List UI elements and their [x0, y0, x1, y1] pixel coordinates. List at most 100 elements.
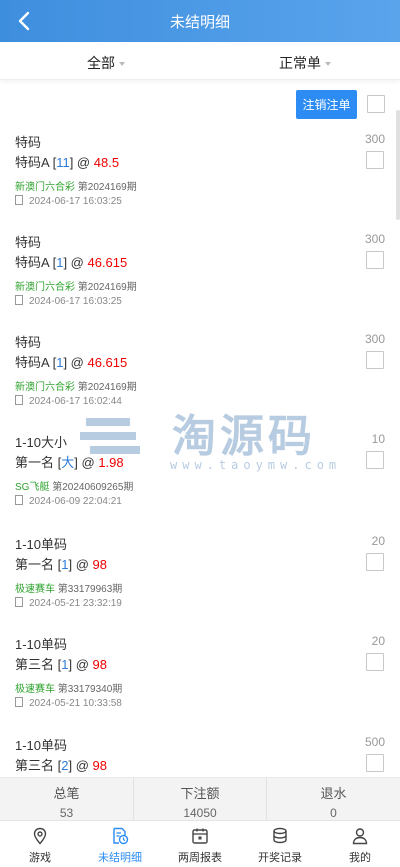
bet-amount: 300: [364, 332, 385, 346]
bet-time: 2024-05-21 23:32:19: [29, 598, 122, 609]
bet-list-item: 特码 300 特码A [1] @ 46.615 新澳门六合彩 第2024169期…: [0, 232, 400, 332]
play-type: 1-10单码: [15, 738, 68, 753]
lottery-name: 新澳门六合彩: [15, 182, 75, 193]
bet-checkbox[interactable]: [366, 653, 384, 671]
bet-number: 11: [56, 155, 70, 170]
category-dropdown[interactable]: 全部: [87, 53, 125, 73]
tab-my[interactable]: 我的: [320, 821, 400, 867]
lottery-name: 极速赛车: [15, 684, 55, 695]
bet-list-item: 1-10单码 20 第一名 [1] @ 98 极速赛车 第33179963期 2…: [0, 534, 400, 634]
location-pin-icon: [33, 827, 47, 845]
cancel-bets-button[interactable]: 注销注单: [296, 90, 357, 119]
document-icon: [15, 697, 23, 707]
tab-label: 未结明细: [98, 852, 142, 864]
calendar-icon: [192, 828, 208, 844]
bet-item: 第一名: [15, 455, 55, 470]
summary-count: 总笔 53: [0, 778, 133, 821]
bottom-tab-bar: 游戏 未结明细 两周报表 开奖记录 我的: [0, 820, 400, 867]
caret-down-icon: [325, 62, 331, 67]
bet-list-item: 1-10单码 20 第三名 [1] @ 98 极速赛车 第33179340期 2…: [0, 634, 400, 734]
bet-time-row: 2024-06-17 16:03:25: [15, 195, 122, 207]
lottery-info: 极速赛车 第33179340期: [15, 680, 122, 695]
summary-label: 总笔: [53, 786, 80, 801]
bet-checkbox[interactable]: [366, 451, 384, 469]
lottery-name: 极速赛车: [15, 584, 55, 595]
bet-checkbox[interactable]: [366, 754, 384, 772]
bet-checkbox[interactable]: [366, 151, 384, 169]
bet-detail: 第三名 [2] @ 98: [15, 758, 107, 773]
bet-time-row: 2024-05-21 10:33:58: [15, 697, 122, 709]
bet-amount: 10: [371, 432, 385, 446]
bet-checkbox[interactable]: [366, 553, 384, 571]
bet-number: 1: [56, 355, 64, 370]
summary-label: 退水: [320, 786, 347, 801]
document-icon: [15, 295, 23, 305]
tab-two-week-report[interactable]: 两周报表: [160, 821, 240, 867]
bet-number: 1: [56, 255, 64, 270]
header-bar: 未结明细: [0, 0, 400, 42]
tab-draw-history[interactable]: 开奖记录: [240, 821, 320, 867]
document-icon: [15, 195, 23, 205]
type-label: 正常单: [279, 55, 321, 71]
summary-bet-amount: 下注额 14050: [133, 778, 266, 821]
tab-label: 两周报表: [178, 852, 222, 864]
bet-number: 1: [61, 557, 69, 572]
user-icon: [352, 828, 368, 845]
lottery-info: SG飞艇 第20240609265期: [15, 478, 133, 493]
bet-item: 特码A: [15, 255, 49, 270]
bet-item: 特码A: [15, 155, 49, 170]
period: 第33179340期: [57, 684, 123, 695]
tab-label: 游戏: [29, 852, 51, 864]
lottery-info: 新澳门六合彩 第2024169期: [15, 378, 137, 393]
bet-item: 第一名: [15, 557, 55, 572]
play-type: 1-10大小: [15, 435, 68, 450]
play-type: 特码: [15, 235, 42, 250]
tab-label: 开奖记录: [258, 852, 302, 864]
bet-odds: 98: [92, 758, 107, 773]
filter-bar: 全部 正常单: [0, 42, 400, 80]
bet-odds: 98: [92, 557, 107, 572]
bet-time-row: 2024-05-21 23:32:19: [15, 597, 122, 609]
bet-odds: 46.615: [87, 255, 128, 270]
select-all-checkbox[interactable]: [367, 95, 385, 113]
period: 第20240609265期: [52, 482, 134, 493]
document-clock-icon: [113, 827, 129, 845]
play-type: 特码: [15, 335, 42, 350]
period: 第2024169期: [77, 282, 137, 293]
bet-odds: 98: [92, 657, 107, 672]
bet-checkbox[interactable]: [366, 251, 384, 269]
page-title: 未结明细: [169, 14, 230, 31]
watermark-text: 淘源码: [172, 411, 316, 462]
bet-number: 2: [61, 758, 69, 773]
tab-games[interactable]: 游戏: [0, 821, 80, 867]
bet-list-item: 特码 300 特码A [11] @ 48.5 新澳门六合彩 第2024169期 …: [0, 132, 400, 232]
type-dropdown[interactable]: 正常单: [279, 53, 331, 73]
document-icon: [15, 395, 23, 405]
tab-label: 我的: [349, 852, 371, 864]
category-label: 全部: [87, 55, 115, 71]
watermark: 淘源码 www.taoymw.com: [80, 400, 360, 480]
bet-detail: 特码A [1] @ 46.615: [15, 255, 128, 270]
document-icon: [15, 597, 23, 607]
bet-item: 特码A: [15, 355, 49, 370]
bet-checkbox[interactable]: [366, 351, 384, 369]
summary-value: 14050: [183, 806, 217, 820]
period: 第2024169期: [77, 382, 137, 393]
bet-time-row: 2024-06-09 22:04:21: [15, 495, 122, 507]
watermark-url: www.taoymw.com: [170, 458, 342, 472]
bet-time: 2024-06-09 22:04:21: [29, 496, 122, 507]
bet-odds: 46.615: [87, 355, 128, 370]
period: 第33179963期: [57, 584, 123, 595]
tab-unsettled[interactable]: 未结明细: [80, 821, 160, 867]
watermark-logo-icon: [80, 418, 140, 454]
bet-amount: 20: [371, 534, 385, 548]
lottery-info: 新澳门六合彩 第2024169期: [15, 278, 137, 293]
bet-time-row: 2024-06-17 16:03:25: [15, 295, 122, 307]
bet-number: 1: [61, 657, 69, 672]
lottery-name: 新澳门六合彩: [15, 282, 75, 293]
bet-time: 2024-05-21 10:33:58: [29, 698, 122, 709]
bet-detail: 特码A [11] @ 48.5: [15, 155, 120, 170]
bet-item: 第三名: [15, 758, 55, 773]
bet-item: 第三名: [15, 657, 55, 672]
lottery-info: 新澳门六合彩 第2024169期: [15, 178, 137, 193]
